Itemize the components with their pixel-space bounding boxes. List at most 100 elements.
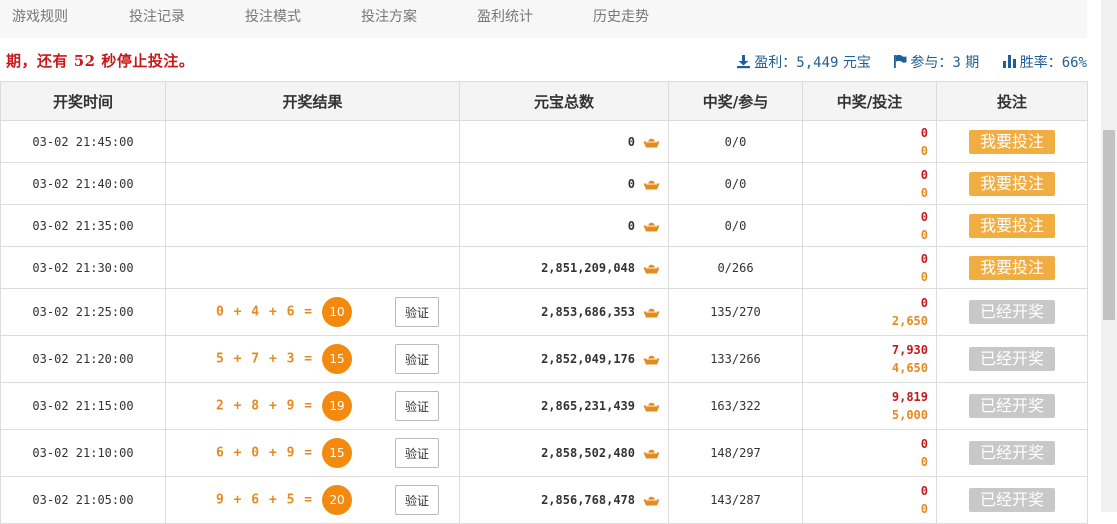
place-bet-button[interactable]: 我要投注 bbox=[969, 129, 1055, 154]
bet-action-cell: 已经开奖 bbox=[936, 429, 1088, 477]
scroll-thumb[interactable] bbox=[1103, 130, 1115, 320]
result-sum-ball: 15 bbox=[322, 344, 352, 374]
bet-amount: 0 bbox=[920, 227, 928, 242]
drawn-button[interactable]: 已经开奖 bbox=[969, 488, 1055, 512]
drawn-button[interactable]: 已经开奖 bbox=[969, 394, 1055, 418]
ingot-icon bbox=[643, 496, 660, 506]
draw-time: 03-02 21:20:00 bbox=[0, 335, 166, 383]
winrate-stat: 胜率：66% bbox=[1002, 52, 1087, 72]
win-amount: 0 bbox=[920, 167, 928, 182]
ingot-icon bbox=[643, 449, 660, 459]
tab-profit-stats[interactable]: 盈利统计 bbox=[477, 6, 533, 26]
top-nav: 游戏规则 投注记录 投注模式 投注方案 盈利统计 历史走势 bbox=[0, 0, 1087, 38]
tab-bet-records[interactable]: 投注记录 bbox=[129, 6, 185, 26]
place-bet-button[interactable]: 我要投注 bbox=[969, 171, 1055, 196]
countdown-text: 期，还有 52 秒停止投注。 bbox=[6, 52, 195, 70]
result-sum-ball: 15 bbox=[322, 438, 352, 468]
draw-result bbox=[165, 246, 460, 289]
win-participate: 135/270 bbox=[668, 288, 803, 336]
result-sum-ball: 10 bbox=[322, 297, 352, 327]
result-formula: 0 + 4 + 6 = bbox=[216, 304, 314, 320]
draw-time: 03-02 21:15:00 bbox=[0, 382, 166, 430]
win-amount: 0 bbox=[920, 484, 928, 498]
win-participate: 0/0 bbox=[668, 162, 803, 205]
tab-bet-plan[interactable]: 投注方案 bbox=[361, 6, 417, 26]
ingot-icon bbox=[643, 402, 660, 412]
win-amount: 0 bbox=[920, 251, 928, 266]
tab-bet-mode[interactable]: 投注模式 bbox=[245, 6, 301, 26]
win-bet: 0 2,650 bbox=[802, 288, 937, 336]
status-bar: 期，还有 52 秒停止投注。 盈利：5,449 元宝 参与：3 期 胜率：66% bbox=[0, 44, 1087, 78]
table-row: 03-02 21:35:00 0 0/0 0 0 我要投注 bbox=[0, 204, 1088, 247]
draw-result bbox=[165, 162, 460, 205]
place-bet-button[interactable]: 我要投注 bbox=[969, 255, 1055, 280]
ingot-total-value: 2,858,502,480 bbox=[541, 446, 635, 460]
bet-amount: 5,000 bbox=[891, 408, 928, 422]
verify-button[interactable]: 验证 bbox=[395, 297, 439, 327]
win-amount: 9,819 bbox=[891, 390, 928, 404]
bet-action-cell: 已经开奖 bbox=[936, 288, 1088, 336]
result-formula: 9 + 6 + 5 = bbox=[216, 492, 314, 508]
drawn-button[interactable]: 已经开奖 bbox=[969, 441, 1055, 465]
ingot-total-value: 2,851,209,048 bbox=[541, 260, 635, 275]
win-bet: 00 bbox=[802, 246, 937, 289]
flag-icon bbox=[894, 54, 907, 68]
profit-stat: 盈利：5,449 元宝 bbox=[736, 52, 871, 72]
ingot-total: 2,852,049,176 bbox=[459, 335, 669, 383]
verify-button[interactable]: 验证 bbox=[395, 391, 439, 421]
win-participate: 143/287 bbox=[668, 476, 803, 524]
win-bet: 7,930 4,650 bbox=[802, 335, 937, 383]
win-participate: 0/266 bbox=[668, 246, 803, 289]
ingot-icon bbox=[643, 138, 660, 147]
bet-action-cell: 我要投注 bbox=[936, 246, 1088, 289]
bet-amount: 0 bbox=[920, 269, 928, 284]
win-participate: 148/297 bbox=[668, 429, 803, 477]
ingot-icon bbox=[643, 264, 660, 273]
ingot-total-value: 2,853,686,353 bbox=[541, 305, 635, 319]
result-formula: 5 + 7 + 3 = bbox=[216, 351, 314, 367]
draw-result: 2 + 8 + 9 = 19 验证 bbox=[165, 382, 460, 430]
verify-button[interactable]: 验证 bbox=[395, 344, 439, 374]
draw-result: 6 + 0 + 9 = 15 验证 bbox=[165, 429, 460, 477]
verify-button[interactable]: 验证 bbox=[395, 485, 439, 515]
win-bet: 00 bbox=[802, 120, 937, 163]
ingot-total: 2,858,502,480 bbox=[459, 429, 669, 477]
ingot-icon bbox=[643, 222, 660, 231]
win-participate: 0/0 bbox=[668, 204, 803, 247]
bar-chart-icon bbox=[1002, 55, 1016, 68]
draw-result bbox=[165, 120, 460, 163]
win-bet: 00 bbox=[802, 429, 937, 477]
table-row: 03-02 21:25:00 0 + 4 + 6 = 10 验证 2,853,686,3… bbox=[0, 288, 1088, 336]
tab-game-rules[interactable]: 游戏规则 bbox=[12, 6, 68, 26]
stats-summary: 盈利：5,449 元宝 参与：3 期 胜率：66% bbox=[718, 52, 1087, 72]
ingot-total: 2,856,768,478 bbox=[459, 476, 669, 524]
drawn-button[interactable]: 已经开奖 bbox=[969, 347, 1055, 371]
draw-table: 开奖时间 开奖结果 元宝总数 中奖/参与 中奖/投注 投注 03-02 21:4… bbox=[0, 81, 1088, 524]
bet-action-cell: 我要投注 bbox=[936, 162, 1088, 205]
drawn-button[interactable]: 已经开奖 bbox=[969, 300, 1055, 324]
header-win-participate: 中奖/参与 bbox=[668, 81, 803, 121]
table-row: 03-02 21:10:00 6 + 0 + 9 = 15 验证 2,858,502,4… bbox=[0, 429, 1088, 477]
result-formula: 2 + 8 + 9 = bbox=[216, 398, 314, 414]
tab-history-trend[interactable]: 历史走势 bbox=[593, 6, 649, 26]
verify-button[interactable]: 验证 bbox=[395, 438, 439, 468]
draw-time: 03-02 21:35:00 bbox=[0, 204, 166, 247]
bet-action-cell: 我要投注 bbox=[936, 204, 1088, 247]
download-icon bbox=[737, 55, 751, 69]
draw-time: 03-02 21:45:00 bbox=[0, 120, 166, 163]
draw-result: 5 + 7 + 3 = 15 验证 bbox=[165, 335, 460, 383]
ingot-total-value: 2,852,049,176 bbox=[541, 352, 635, 366]
place-bet-button[interactable]: 我要投注 bbox=[969, 213, 1055, 238]
bet-amount: 2,650 bbox=[891, 314, 928, 328]
win-amount: 7,930 bbox=[891, 343, 928, 357]
draw-result bbox=[165, 204, 460, 247]
table-row: 03-02 21:15:00 2 + 8 + 9 = 19 验证 2,865,231,4… bbox=[0, 382, 1088, 430]
win-amount: 0 bbox=[920, 437, 928, 451]
scrollbar[interactable] bbox=[1101, 0, 1117, 512]
draw-time: 03-02 21:25:00 bbox=[0, 288, 166, 336]
header-win-bet: 中奖/投注 bbox=[802, 81, 937, 121]
result-sum-ball: 20 bbox=[322, 485, 352, 515]
win-amount: 0 bbox=[920, 296, 928, 310]
draw-time: 03-02 21:10:00 bbox=[0, 429, 166, 477]
bet-amount: 4,650 bbox=[891, 361, 928, 375]
